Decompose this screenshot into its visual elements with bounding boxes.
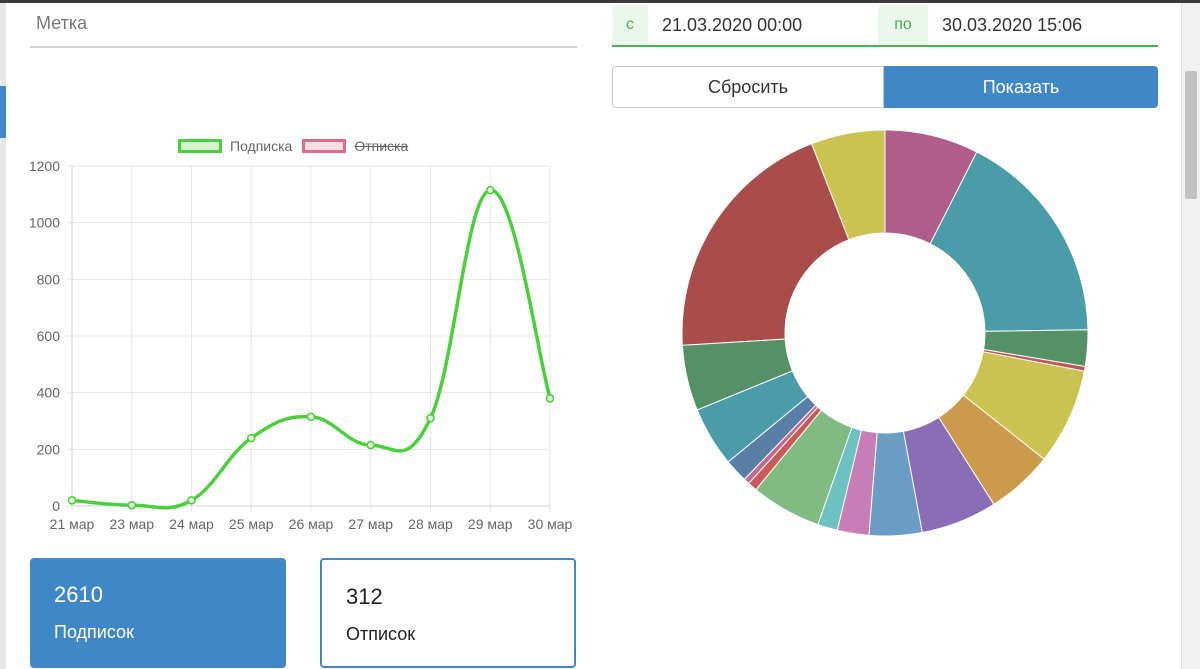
unsubscriptions-count: 312 (346, 584, 383, 609)
subscriptions-label: Подписок (54, 622, 134, 642)
x-tick-label: 27 мар (348, 516, 393, 532)
y-axis-ticks: 0 200 400 600 800 1000 1200 (29, 158, 60, 514)
x-tick-label: 25 мар (229, 516, 274, 532)
doughnut-slices (681, 129, 1089, 537)
reset-button[interactable]: Сбросить (612, 66, 884, 108)
date-from-prefix: с (612, 5, 648, 45)
y-tick-label: 1200 (29, 158, 60, 174)
y-tick-label: 800 (37, 271, 61, 287)
y-tick-label: 400 (37, 385, 61, 401)
data-point-subscribe[interactable] (545, 394, 555, 403)
data-point-subscribe[interactable] (306, 412, 316, 422)
left-sidebar-active-marker (0, 86, 6, 138)
y-tick-label: 0 (52, 498, 60, 514)
y-tick-label: 200 (37, 441, 61, 457)
data-point-subscribe[interactable] (246, 433, 256, 443)
data-point-subscribe[interactable] (187, 496, 196, 505)
data-point-subscribe[interactable] (67, 496, 77, 505)
y-tick-label: 1000 (29, 215, 60, 231)
window-top-border (0, 0, 1200, 3)
date-to-input[interactable]: 30.03.2020 15:06 (942, 5, 1152, 45)
date-from-input[interactable]: 21.03.2020 00:00 (662, 5, 872, 45)
label-filter-input[interactable] (30, 8, 562, 38)
data-point-subscribe[interactable] (366, 440, 376, 450)
x-tick-label: 24 мар (169, 516, 214, 532)
chart-grid (66, 165, 551, 512)
x-tick-label: 29 мар (468, 516, 513, 532)
subscriptions-count: 2610 (54, 582, 103, 607)
unsubscriptions-stat-card: 312 Отписок (320, 558, 576, 668)
scrollbar-thumb[interactable] (1185, 71, 1197, 199)
date-to-prefix: по (878, 5, 928, 45)
page-scrollbar[interactable] (1181, 3, 1200, 669)
date-range-picker: с 21.03.2020 00:00 по 30.03.2020 15:06 (612, 5, 1158, 47)
y-tick-label: 600 (37, 328, 61, 344)
subscriptions-line-chart: 0 200 400 600 800 1000 1200 21 мар 23 мар 24 мар… (29, 158, 573, 532)
label-filter-field (30, 8, 577, 48)
x-tick-label: 30 мар (528, 516, 573, 532)
distribution-doughnut-chart (681, 129, 1089, 537)
x-tick-label: 23 мар (109, 516, 154, 532)
x-axis-ticks: 21 мар 23 мар 24 мар 25 мар 26 мар 27 мар 28 м… (50, 516, 573, 532)
x-tick-label: 26 мар (289, 516, 334, 532)
data-point-subscribe[interactable] (127, 500, 137, 510)
x-tick-label: 28 мар (408, 516, 453, 532)
show-button[interactable]: Показать (884, 66, 1158, 108)
x-tick-label: 21 мар (50, 516, 95, 532)
subscriptions-stat-card: 2610 Подписок (30, 558, 286, 668)
unsubscriptions-label: Отписок (346, 624, 416, 644)
data-point-subscribe[interactable] (485, 185, 495, 195)
data-point-subscribe[interactable] (426, 413, 435, 423)
